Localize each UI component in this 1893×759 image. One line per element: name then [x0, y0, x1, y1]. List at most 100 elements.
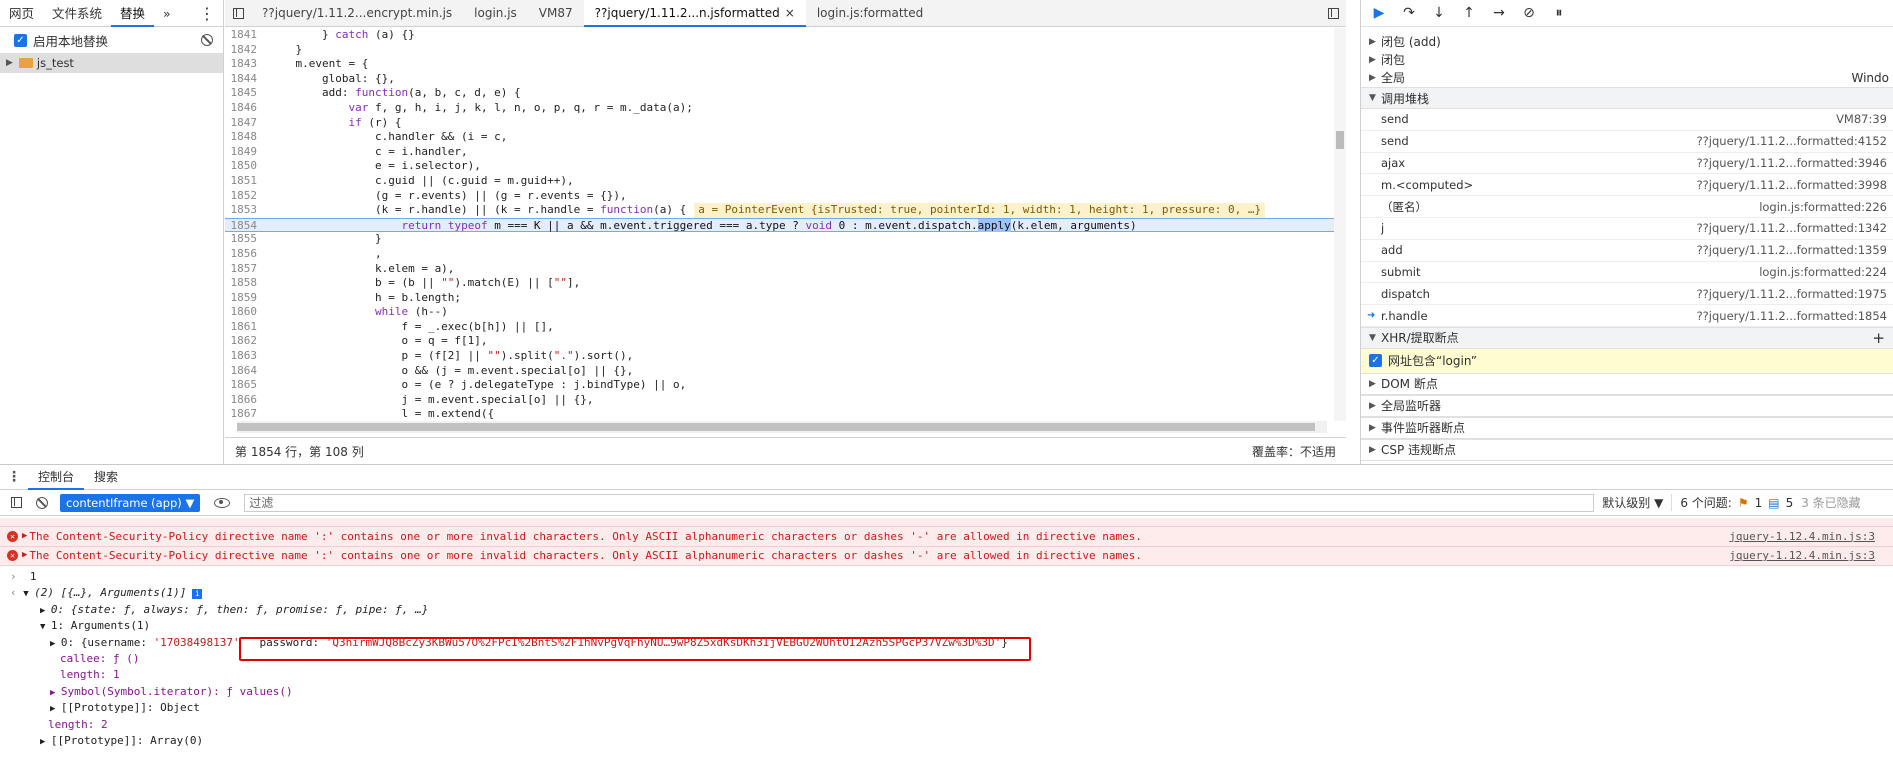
line-number[interactable]: 1850 [225, 159, 265, 174]
step-out-icon[interactable]: ↑ [1461, 5, 1477, 21]
checkbox-icon[interactable]: ✓ [1369, 354, 1382, 368]
tab-console[interactable]: 控制台 [28, 465, 85, 490]
code-line[interactable]: 1856 , [225, 247, 1346, 262]
call-frame[interactable]: send VM87:39 [1361, 109, 1893, 131]
toggle-debugger-icon[interactable] [1320, 0, 1346, 27]
line-number[interactable]: 1865 [225, 378, 265, 393]
line-number[interactable]: 1843 [225, 57, 265, 72]
line-number[interactable]: 1859 [225, 291, 265, 306]
editor-tab[interactable]: login.js [463, 0, 528, 27]
line-number[interactable]: 1841 [225, 28, 265, 43]
tree-row[interactable]: ▶ Symbol(Symbol.iterator): ƒ values() [0, 684, 1893, 700]
add-icon[interactable]: + [1872, 329, 1885, 347]
line-number[interactable]: 1863 [225, 349, 265, 364]
line-number[interactable]: 1845 [225, 86, 265, 101]
folder-item[interactable]: ▶ js_test [0, 53, 223, 73]
code-line[interactable]: 1866 j = m.event.special[o] || {}, [225, 393, 1346, 408]
tab-search[interactable]: 搜索 [84, 465, 128, 490]
step-over-icon[interactable]: ↷ [1401, 5, 1417, 21]
frame-location[interactable]: ??jquery/1.11.2...formatted:3946 [1697, 156, 1887, 170]
line-number[interactable]: 1844 [225, 72, 265, 87]
code-line[interactable]: 1843 m.event = { [225, 57, 1346, 72]
error-source-link[interactable]: jquery-1.12.4.min.js:3 [1729, 527, 1875, 547]
code-line[interactable]: 1851 c.guid || (c.guid = m.guid++), [225, 174, 1346, 189]
code-line[interactable]: 1853 (k = r.handle) || (k = r.handle = f… [225, 203, 1346, 218]
frame-location[interactable]: ??jquery/1.11.2...formatted:1975 [1697, 287, 1887, 301]
call-frame[interactable]: add ??jquery/1.11.2...formatted:1359 [1361, 240, 1893, 262]
code-line[interactable]: 1867 l = m.extend({ [225, 407, 1346, 421]
tree-row[interactable]: ▼ 1: Arguments(1) [0, 618, 1893, 634]
deactivate-breakpoints-icon[interactable]: ⊘ [1521, 5, 1537, 21]
line-number[interactable]: 1846 [225, 101, 265, 116]
tree-row[interactable]: ▶ [[Prototype]]: Object [0, 700, 1893, 716]
code-line[interactable]: 1859 h = b.length; [225, 291, 1346, 306]
line-number[interactable]: 1857 [225, 262, 265, 277]
frame-location[interactable]: login.js:formatted:226 [1759, 200, 1887, 214]
call-frame[interactable]: m.<computed> ??jquery/1.11.2...formatted:… [1361, 174, 1893, 197]
code-line[interactable]: 1862 o = q = f[1], [225, 334, 1346, 349]
global-listeners-header[interactable]: ▶ 全局监听器 [1361, 394, 1893, 417]
context-selector[interactable]: contentIframe (app) ▼ [60, 493, 201, 512]
code-line[interactable]: 1855 } [225, 232, 1346, 247]
line-number[interactable]: 1849 [225, 145, 265, 160]
code-line[interactable]: 1842 } [225, 43, 1346, 58]
frame-location[interactable]: ??jquery/1.11.2...formatted:3998 [1697, 178, 1887, 192]
vertical-scrollbar[interactable] [1334, 28, 1346, 421]
code-line[interactable]: 1864 o && (j = m.event.special[o] || {}, [225, 364, 1346, 379]
call-frame[interactable]: j ??jquery/1.11.2...formatted:1342 [1361, 218, 1893, 240]
frame-location[interactable]: ??jquery/1.11.2...formatted:4152 [1697, 134, 1887, 148]
step-icon[interactable]: → [1491, 5, 1507, 21]
issues-button[interactable]: 6 个问题: ⚑ 1 ▤ 5 [1671, 494, 1793, 511]
call-frame[interactable]: （匿名） login.js:formatted:226 [1361, 196, 1893, 218]
line-number[interactable]: 1848 [225, 130, 265, 145]
line-number[interactable]: 1854 [225, 219, 265, 232]
resume-icon[interactable]: ▶ [1371, 5, 1387, 21]
call-frame[interactable]: ➜ r.handle ??jquery/1.11.2...formatted:185… [1361, 305, 1893, 327]
toggle-navigator-icon[interactable] [225, 0, 251, 27]
event-listener-breakpoints-header[interactable]: ▶ 事件监听器断点 [1361, 416, 1893, 439]
tab-filesystem[interactable]: 文件系统 [43, 0, 111, 27]
clear-console-icon[interactable] [36, 496, 48, 509]
line-number[interactable]: 1867 [225, 407, 265, 421]
xhr-breakpoints-header[interactable]: ▼ XHR/提取断点 + [1361, 326, 1893, 349]
frame-location[interactable]: ??jquery/1.11.2...formatted:1342 [1697, 221, 1887, 235]
line-number[interactable]: 1862 [225, 334, 265, 349]
code-line[interactable]: 1861 f = _.exec(b[h]) || [], [225, 320, 1346, 335]
line-number[interactable]: 1866 [225, 393, 265, 408]
tree-row[interactable]: ▶ 0: {state: ƒ, always: ƒ, then: ƒ, prom… [0, 602, 1893, 618]
horizontal-scrollbar[interactable] [237, 421, 1327, 433]
line-number[interactable]: 1847 [225, 116, 265, 131]
call-frame[interactable]: send ??jquery/1.11.2...formatted:4152 [1361, 131, 1893, 153]
code-line[interactable]: 1849 c = i.handler, [225, 145, 1346, 160]
chevron-right-icon[interactable]: ▶ [6, 58, 13, 68]
pause-exceptions-icon[interactable]: ⏸ [1551, 5, 1567, 21]
code-line[interactable]: 1850 e = i.selector), [225, 159, 1346, 174]
code-line[interactable]: 1863 p = (f[2] || "").split(".").sort(), [225, 349, 1346, 364]
checkbox-icon[interactable]: ✓ [14, 33, 27, 47]
sidebar-toggle-icon[interactable] [8, 489, 24, 516]
line-number[interactable]: 1861 [225, 320, 265, 335]
csp-breakpoints-header[interactable]: ▶ CSP 违规断点 [1361, 438, 1893, 461]
call-stack-header[interactable]: ▼ 调用堆栈 [1361, 87, 1893, 109]
code-line[interactable]: 1857 k.elem = a), [225, 262, 1346, 277]
line-number[interactable]: 1858 [225, 276, 265, 291]
code-line[interactable]: 1852 (g = r.events) || (g = r.events = {… [225, 189, 1346, 204]
code-line[interactable]: 1860 while (h--) [225, 305, 1346, 320]
line-number[interactable]: 1852 [225, 189, 265, 204]
frame-location[interactable]: ??jquery/1.11.2...formatted:1854 [1697, 309, 1887, 323]
call-frame[interactable]: submit login.js:formatted:224 [1361, 262, 1893, 284]
drawer-menu-icon[interactable]: ⋮ [0, 469, 28, 485]
filter-input[interactable]: 过滤 [244, 493, 1595, 512]
scope-item[interactable]: ▶ 闭包 (add) [1369, 33, 1893, 51]
line-number[interactable]: 1853 [225, 203, 265, 218]
line-number[interactable]: 1864 [225, 364, 265, 379]
xhr-breakpoint-item[interactable]: ✓ 网址包含“login” [1361, 348, 1893, 373]
code-line[interactable]: 1854 return typeof m === K || a && m.eve… [225, 217, 1346, 233]
log-level-dropdown[interactable]: 默认级别 ▼ [1602, 494, 1663, 511]
code-line[interactable]: 1847 if (r) { [225, 116, 1346, 131]
dom-breakpoints-header[interactable]: ▶ DOM 断点 [1361, 372, 1893, 395]
line-number[interactable]: 1856 [225, 247, 265, 262]
code-line[interactable]: 1848 c.handler && (i = c, [225, 130, 1346, 145]
editor-tab[interactable]: VM87 [528, 0, 584, 27]
code-line[interactable]: 1858 b = (b || "").match(E) || [""], [225, 276, 1346, 291]
